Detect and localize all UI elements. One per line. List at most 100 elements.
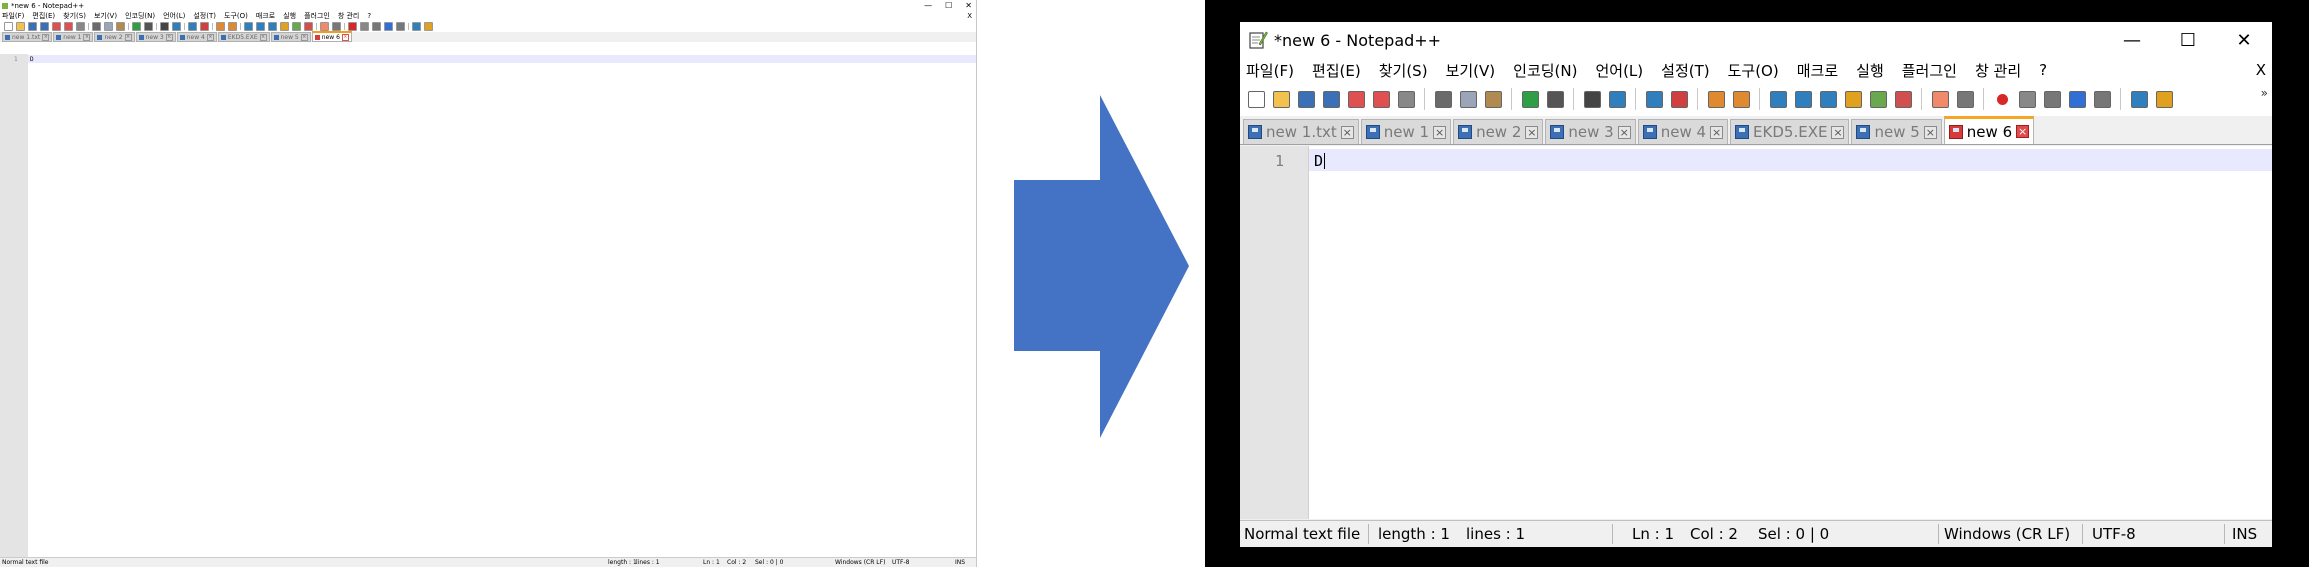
- close-icon[interactable]: [52, 22, 61, 31]
- small-menu-file[interactable]: 파일(F): [2, 11, 24, 21]
- document-list-icon[interactable]: [2154, 89, 2174, 109]
- tab-close-icon[interactable]: ×: [2016, 125, 2030, 138]
- redo-icon[interactable]: [1545, 89, 1565, 109]
- tab-close-icon[interactable]: ×: [206, 33, 214, 41]
- menu-macro[interactable]: 매크로: [1797, 60, 1838, 81]
- tab-close-icon[interactable]: ×: [124, 33, 132, 41]
- tab-new-4[interactable]: new 4 ×: [176, 32, 217, 42]
- close-all-icon[interactable]: [64, 22, 73, 31]
- doc-map-icon[interactable]: [1868, 89, 1888, 109]
- print-icon[interactable]: [76, 22, 85, 31]
- open-file-icon[interactable]: [16, 22, 25, 31]
- save-all-icon[interactable]: [40, 22, 49, 31]
- menu-encoding[interactable]: 인코딩(N): [1513, 60, 1577, 81]
- function-list-icon[interactable]: [304, 22, 313, 31]
- tab-close-icon[interactable]: ×: [1525, 125, 1539, 139]
- menu-window[interactable]: 창 관리: [1975, 60, 2021, 81]
- stop-macro-icon[interactable]: [360, 22, 369, 31]
- tab-ekd5-exe[interactable]: EKD5.EXE ×: [217, 32, 270, 42]
- redo-icon[interactable]: [144, 22, 153, 31]
- small-maximize-button[interactable]: ☐: [945, 1, 952, 10]
- menu-settings[interactable]: 설정(T): [1661, 60, 1709, 81]
- document-list-icon[interactable]: [424, 22, 433, 31]
- tab-close-icon[interactable]: ×: [341, 33, 349, 41]
- launch-icon[interactable]: [412, 22, 421, 31]
- run-macro-multiple-icon[interactable]: [2067, 89, 2087, 109]
- udl-icon[interactable]: [1843, 89, 1863, 109]
- zoom-in-icon[interactable]: [188, 22, 197, 31]
- indent-guide-icon[interactable]: [1818, 89, 1838, 109]
- small-menu-help[interactable]: ?: [367, 12, 371, 20]
- menu-language[interactable]: 언어(L): [1595, 60, 1643, 81]
- open-file-icon[interactable]: [1271, 89, 1291, 109]
- toolbar-overflow-icon[interactable]: »: [2261, 86, 2268, 100]
- launch-icon[interactable]: [2129, 89, 2149, 109]
- zoom-out-icon[interactable]: [200, 22, 209, 31]
- small-editor[interactable]: 1 D: [0, 54, 976, 557]
- small-menu-run[interactable]: 실행: [283, 11, 296, 21]
- zoom-out-icon[interactable]: [1669, 89, 1689, 109]
- new-file-icon[interactable]: [4, 22, 13, 31]
- sync-vertical-icon[interactable]: [1706, 89, 1726, 109]
- undo-icon[interactable]: [1520, 89, 1540, 109]
- sync-vertical-icon[interactable]: [216, 22, 225, 31]
- print-icon[interactable]: [1396, 89, 1416, 109]
- tab-new-6[interactable]: new 6 ×: [311, 31, 352, 42]
- record-macro-icon[interactable]: [1992, 89, 2012, 109]
- doc-map-icon[interactable]: [292, 22, 301, 31]
- menu-view[interactable]: 보기(V): [1446, 60, 1496, 81]
- menu-file[interactable]: 파일(F): [1246, 60, 1294, 81]
- indent-guide-icon[interactable]: [268, 22, 277, 31]
- menu-search[interactable]: 찾기(S): [1379, 60, 1428, 81]
- close-document-button[interactable]: X: [2256, 61, 2266, 79]
- monitoring-icon[interactable]: [332, 22, 341, 31]
- editor[interactable]: 1 D: [1240, 146, 2272, 519]
- save-macro-icon[interactable]: [396, 22, 405, 31]
- tab-new-1-txt[interactable]: new 1.txt ×: [1243, 119, 1359, 144]
- tab-new-1[interactable]: new 1 ×: [1360, 119, 1452, 144]
- tab-close-icon[interactable]: ×: [1710, 125, 1724, 139]
- close-icon[interactable]: [1346, 89, 1366, 109]
- tab-close-icon[interactable]: ×: [42, 33, 50, 41]
- tab-new-4[interactable]: new 4 ×: [1637, 119, 1729, 144]
- save-macro-icon[interactable]: [2092, 89, 2112, 109]
- tab-close-icon[interactable]: ×: [83, 33, 91, 41]
- small-menu-encoding[interactable]: 인코딩(N): [125, 11, 155, 21]
- menu-tools[interactable]: 도구(O): [1728, 60, 1779, 81]
- show-all-chars-icon[interactable]: [256, 22, 265, 31]
- word-wrap-icon[interactable]: [244, 22, 253, 31]
- tab-close-icon[interactable]: ×: [1433, 125, 1447, 139]
- copy-icon[interactable]: [1458, 89, 1478, 109]
- small-menu-edit[interactable]: 편집(E): [32, 11, 55, 21]
- tab-ekd5-exe[interactable]: EKD5.EXE ×: [1730, 119, 1850, 144]
- small-menu-language[interactable]: 언어(L): [163, 11, 185, 21]
- show-all-chars-icon[interactable]: [1793, 89, 1813, 109]
- sync-horizontal-icon[interactable]: [228, 22, 237, 31]
- find-icon[interactable]: [1582, 89, 1602, 109]
- small-menu-tools[interactable]: 도구(O): [224, 11, 248, 21]
- play-macro-icon[interactable]: [2042, 89, 2062, 109]
- tab-close-icon[interactable]: ×: [1617, 125, 1631, 139]
- tab-new-1-txt[interactable]: new 1.txt ×: [2, 32, 53, 42]
- save-icon[interactable]: [28, 22, 37, 31]
- tab-new-5[interactable]: new 5 ×: [1851, 119, 1942, 144]
- tab-close-icon[interactable]: ×: [165, 33, 173, 41]
- tab-close-icon[interactable]: ×: [259, 33, 267, 41]
- undo-icon[interactable]: [132, 22, 141, 31]
- small-menu-search[interactable]: 찾기(S): [63, 11, 86, 21]
- menu-plugins[interactable]: 플러그인: [1902, 60, 1957, 81]
- folder-workspace-icon[interactable]: [320, 22, 329, 31]
- small-menu-window[interactable]: 창 관리: [338, 11, 360, 21]
- tab-new-3[interactable]: new 3 ×: [135, 32, 176, 42]
- monitoring-icon[interactable]: [1955, 89, 1975, 109]
- tab-new-5[interactable]: new 5 ×: [270, 32, 311, 42]
- stop-macro-icon[interactable]: [2017, 89, 2037, 109]
- tab-close-icon[interactable]: ×: [1831, 125, 1845, 139]
- minimize-button[interactable]: —: [2104, 22, 2160, 58]
- tab-close-icon[interactable]: ×: [1340, 125, 1354, 139]
- replace-icon[interactable]: [1607, 89, 1627, 109]
- small-menu-macro[interactable]: 매크로: [256, 11, 275, 21]
- udl-icon[interactable]: [280, 22, 289, 31]
- small-menu-plugins[interactable]: 플러그인: [304, 11, 330, 21]
- tab-close-icon[interactable]: ×: [1923, 125, 1937, 139]
